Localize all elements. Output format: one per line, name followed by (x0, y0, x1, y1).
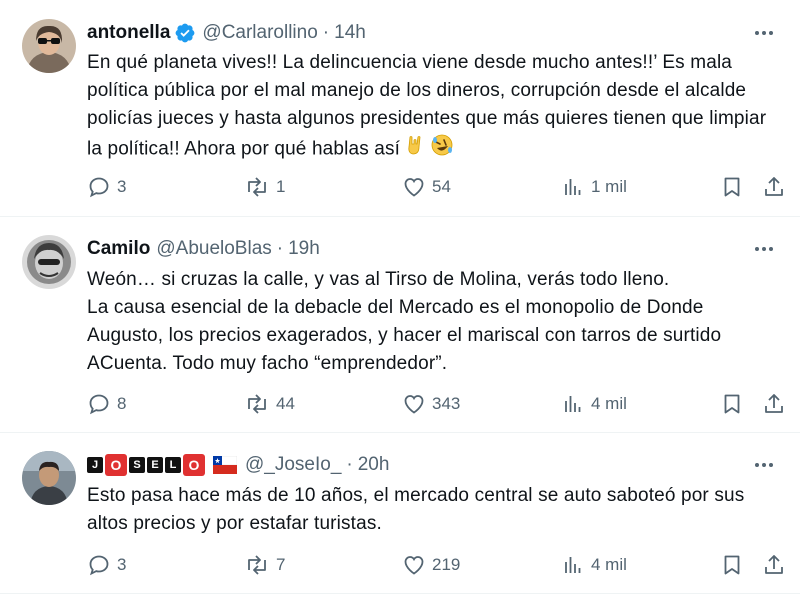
tweet-header: antonella @Carlarollino · 14h (87, 19, 780, 47)
share-icon (762, 553, 786, 577)
bookmark-icon (720, 175, 744, 199)
tweet[interactable]: antonella @Carlarollino · 14h En qué pla… (0, 0, 800, 217)
reply-count: 8 (117, 394, 127, 413)
tweet-content: J O S E L O @_JoseIo_ · 20h Esto pasa ha… (87, 451, 780, 538)
bookmark-button[interactable] (720, 389, 744, 419)
retweet-button[interactable]: 44 (244, 389, 295, 419)
retweet-count: 7 (276, 555, 286, 574)
separator-dot: · (322, 22, 330, 43)
retweet-icon (244, 553, 270, 577)
author-name[interactable]: Camilo (87, 238, 150, 260)
views-button[interactable]: 1 mil (561, 172, 627, 202)
retweet-count: 1 (276, 177, 286, 196)
name-letter: S (129, 457, 145, 473)
share-button[interactable] (762, 172, 786, 202)
author-handle[interactable]: @Carlarollino (202, 22, 317, 44)
tweet-header: Camilo @AbueloBlas · 19h (87, 235, 780, 263)
metal-hand-emoji-icon (404, 134, 426, 165)
like-count: 343 (432, 394, 461, 413)
author-name[interactable]: J O S E L O (87, 454, 207, 476)
separator-dot: · (346, 454, 353, 475)
tweet[interactable]: Camilo @AbueloBlas · 19h Weón… si cruzas… (0, 217, 800, 433)
tweet[interactable]: J O S E L O @_JoseIo_ · 20h Esto pasa ha… (0, 433, 800, 594)
chile-flag-icon (212, 455, 238, 474)
views-icon (561, 392, 585, 416)
tweet-text-body: En qué planeta vives!! La delincuencia v… (87, 52, 767, 160)
views-count: 4 mil (591, 394, 627, 413)
reply-icon (87, 175, 111, 199)
name-letter: O (105, 454, 127, 476)
reply-count: 3 (117, 177, 127, 196)
more-options-icon[interactable] (750, 451, 778, 479)
author-handle[interactable]: @_JoseIo_ (245, 454, 341, 476)
like-count: 54 (432, 177, 451, 196)
views-count: 1 mil (591, 177, 627, 196)
like-button[interactable]: 54 (402, 172, 451, 202)
share-icon (762, 175, 786, 199)
timestamp[interactable]: 14h (334, 22, 366, 44)
like-icon (402, 553, 426, 577)
retweet-button[interactable]: 1 (244, 172, 285, 202)
views-icon (561, 553, 585, 577)
author-handle[interactable]: @AbueloBlas (156, 238, 271, 260)
bookmark-icon (720, 553, 744, 577)
reply-icon (87, 553, 111, 577)
name-letter: E (147, 457, 163, 473)
tweet-actions: 3 7 219 4 mil (0, 550, 800, 580)
bookmark-icon (720, 392, 744, 416)
like-icon (402, 175, 426, 199)
views-count: 4 mil (591, 555, 627, 574)
like-button[interactable]: 343 (402, 389, 460, 419)
reply-count: 3 (117, 555, 127, 574)
tweet-actions: 3 1 54 1 mil (0, 172, 800, 202)
retweet-count: 44 (276, 394, 295, 413)
timestamp[interactable]: 20h (358, 454, 390, 476)
rolling-laugh-emoji-icon (430, 133, 454, 166)
author-name[interactable]: antonella (87, 22, 170, 44)
verified-badge-icon (174, 22, 196, 44)
tweet-text: Weón… si cruzas la calle, y vas al Tirso… (87, 269, 722, 374)
views-button[interactable]: 4 mil (561, 550, 627, 580)
avatar[interactable] (22, 19, 76, 73)
reply-button[interactable]: 3 (87, 550, 126, 580)
share-icon (762, 392, 786, 416)
tweet-text: En qué planeta vives!! La delincuencia v… (87, 49, 780, 166)
avatar[interactable] (22, 451, 76, 505)
tweet-header: J O S E L O @_JoseIo_ · 20h (87, 451, 780, 479)
tweet-actions: 8 44 343 4 mil (0, 389, 800, 419)
like-count: 219 (432, 555, 461, 574)
name-letter: J (87, 457, 103, 473)
reply-icon (87, 392, 111, 416)
like-button[interactable]: 219 (402, 550, 460, 580)
retweet-icon (244, 175, 270, 199)
reply-button[interactable]: 3 (87, 172, 126, 202)
tweet-text: Esto pasa hace más de 10 años, el mercad… (87, 485, 745, 534)
like-icon (402, 392, 426, 416)
more-options-icon[interactable] (750, 19, 778, 47)
avatar[interactable] (22, 235, 76, 289)
share-button[interactable] (762, 550, 786, 580)
timestamp[interactable]: 19h (288, 238, 320, 260)
name-letter: L (165, 457, 181, 473)
views-button[interactable]: 4 mil (561, 389, 627, 419)
views-icon (561, 175, 585, 199)
retweet-icon (244, 392, 270, 416)
reply-button[interactable]: 8 (87, 389, 126, 419)
bookmark-button[interactable] (720, 550, 744, 580)
name-letter: O (183, 454, 205, 476)
more-options-icon[interactable] (750, 235, 778, 263)
share-button[interactable] (762, 389, 786, 419)
retweet-button[interactable]: 7 (244, 550, 285, 580)
separator-dot: · (276, 238, 284, 259)
bookmark-button[interactable] (720, 172, 744, 202)
tweet-content: antonella @Carlarollino · 14h En qué pla… (87, 19, 780, 166)
tweet-content: Camilo @AbueloBlas · 19h Weón… si cruzas… (87, 235, 780, 378)
